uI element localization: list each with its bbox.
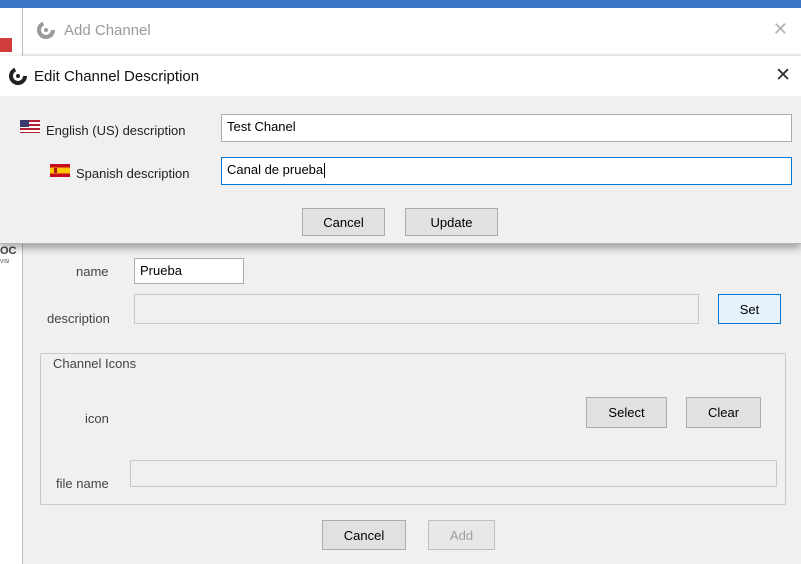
spanish-description-field[interactable]: Canal de prueba [221,157,792,185]
close-icon[interactable]: ✕ [773,19,788,40]
edit-dialog-titlebar: Edit Channel Description ✕ [0,56,801,96]
spanish-description-label: Spanish description [76,166,190,181]
file-name-field [130,460,777,487]
set-button[interactable]: Set [718,294,781,324]
select-button[interactable]: Select [586,397,667,428]
description-label: description [47,311,110,326]
text-caret [324,163,326,179]
cancel-button[interactable]: Cancel [322,520,406,550]
english-description-field[interactable]: Test Chanel [221,114,792,142]
clear-button[interactable]: Clear [686,397,761,428]
description-field [134,294,699,324]
background-logo-text: OC VISI [0,245,17,266]
us-flag-icon [20,120,40,133]
file-name-label: file name [56,476,109,491]
background-header-strip [0,0,801,8]
channel-icons-group-title: Channel Icons [51,356,139,371]
spain-flag-icon [50,164,70,177]
close-icon[interactable]: ✕ [775,64,791,86]
add-channel-title: Add Channel [64,22,151,39]
add-button[interactable]: Add [428,520,495,550]
icon-label: icon [85,411,109,426]
edit-channel-description-dialog: Edit Channel Description ✕ English (US) … [0,56,801,244]
add-channel-titlebar: Add Channel ✕ [23,8,801,54]
edit-dialog-title: Edit Channel Description [34,68,200,85]
english-description-label: English (US) description [46,123,186,138]
update-button[interactable]: Update [405,208,498,236]
name-field[interactable]: Prueba [134,258,244,284]
edit-cancel-button[interactable]: Cancel [302,208,385,236]
name-label: name [76,264,109,279]
app-logo-icon [8,66,28,89]
app-logo-icon [36,20,56,43]
background-accent-strip [0,38,12,52]
